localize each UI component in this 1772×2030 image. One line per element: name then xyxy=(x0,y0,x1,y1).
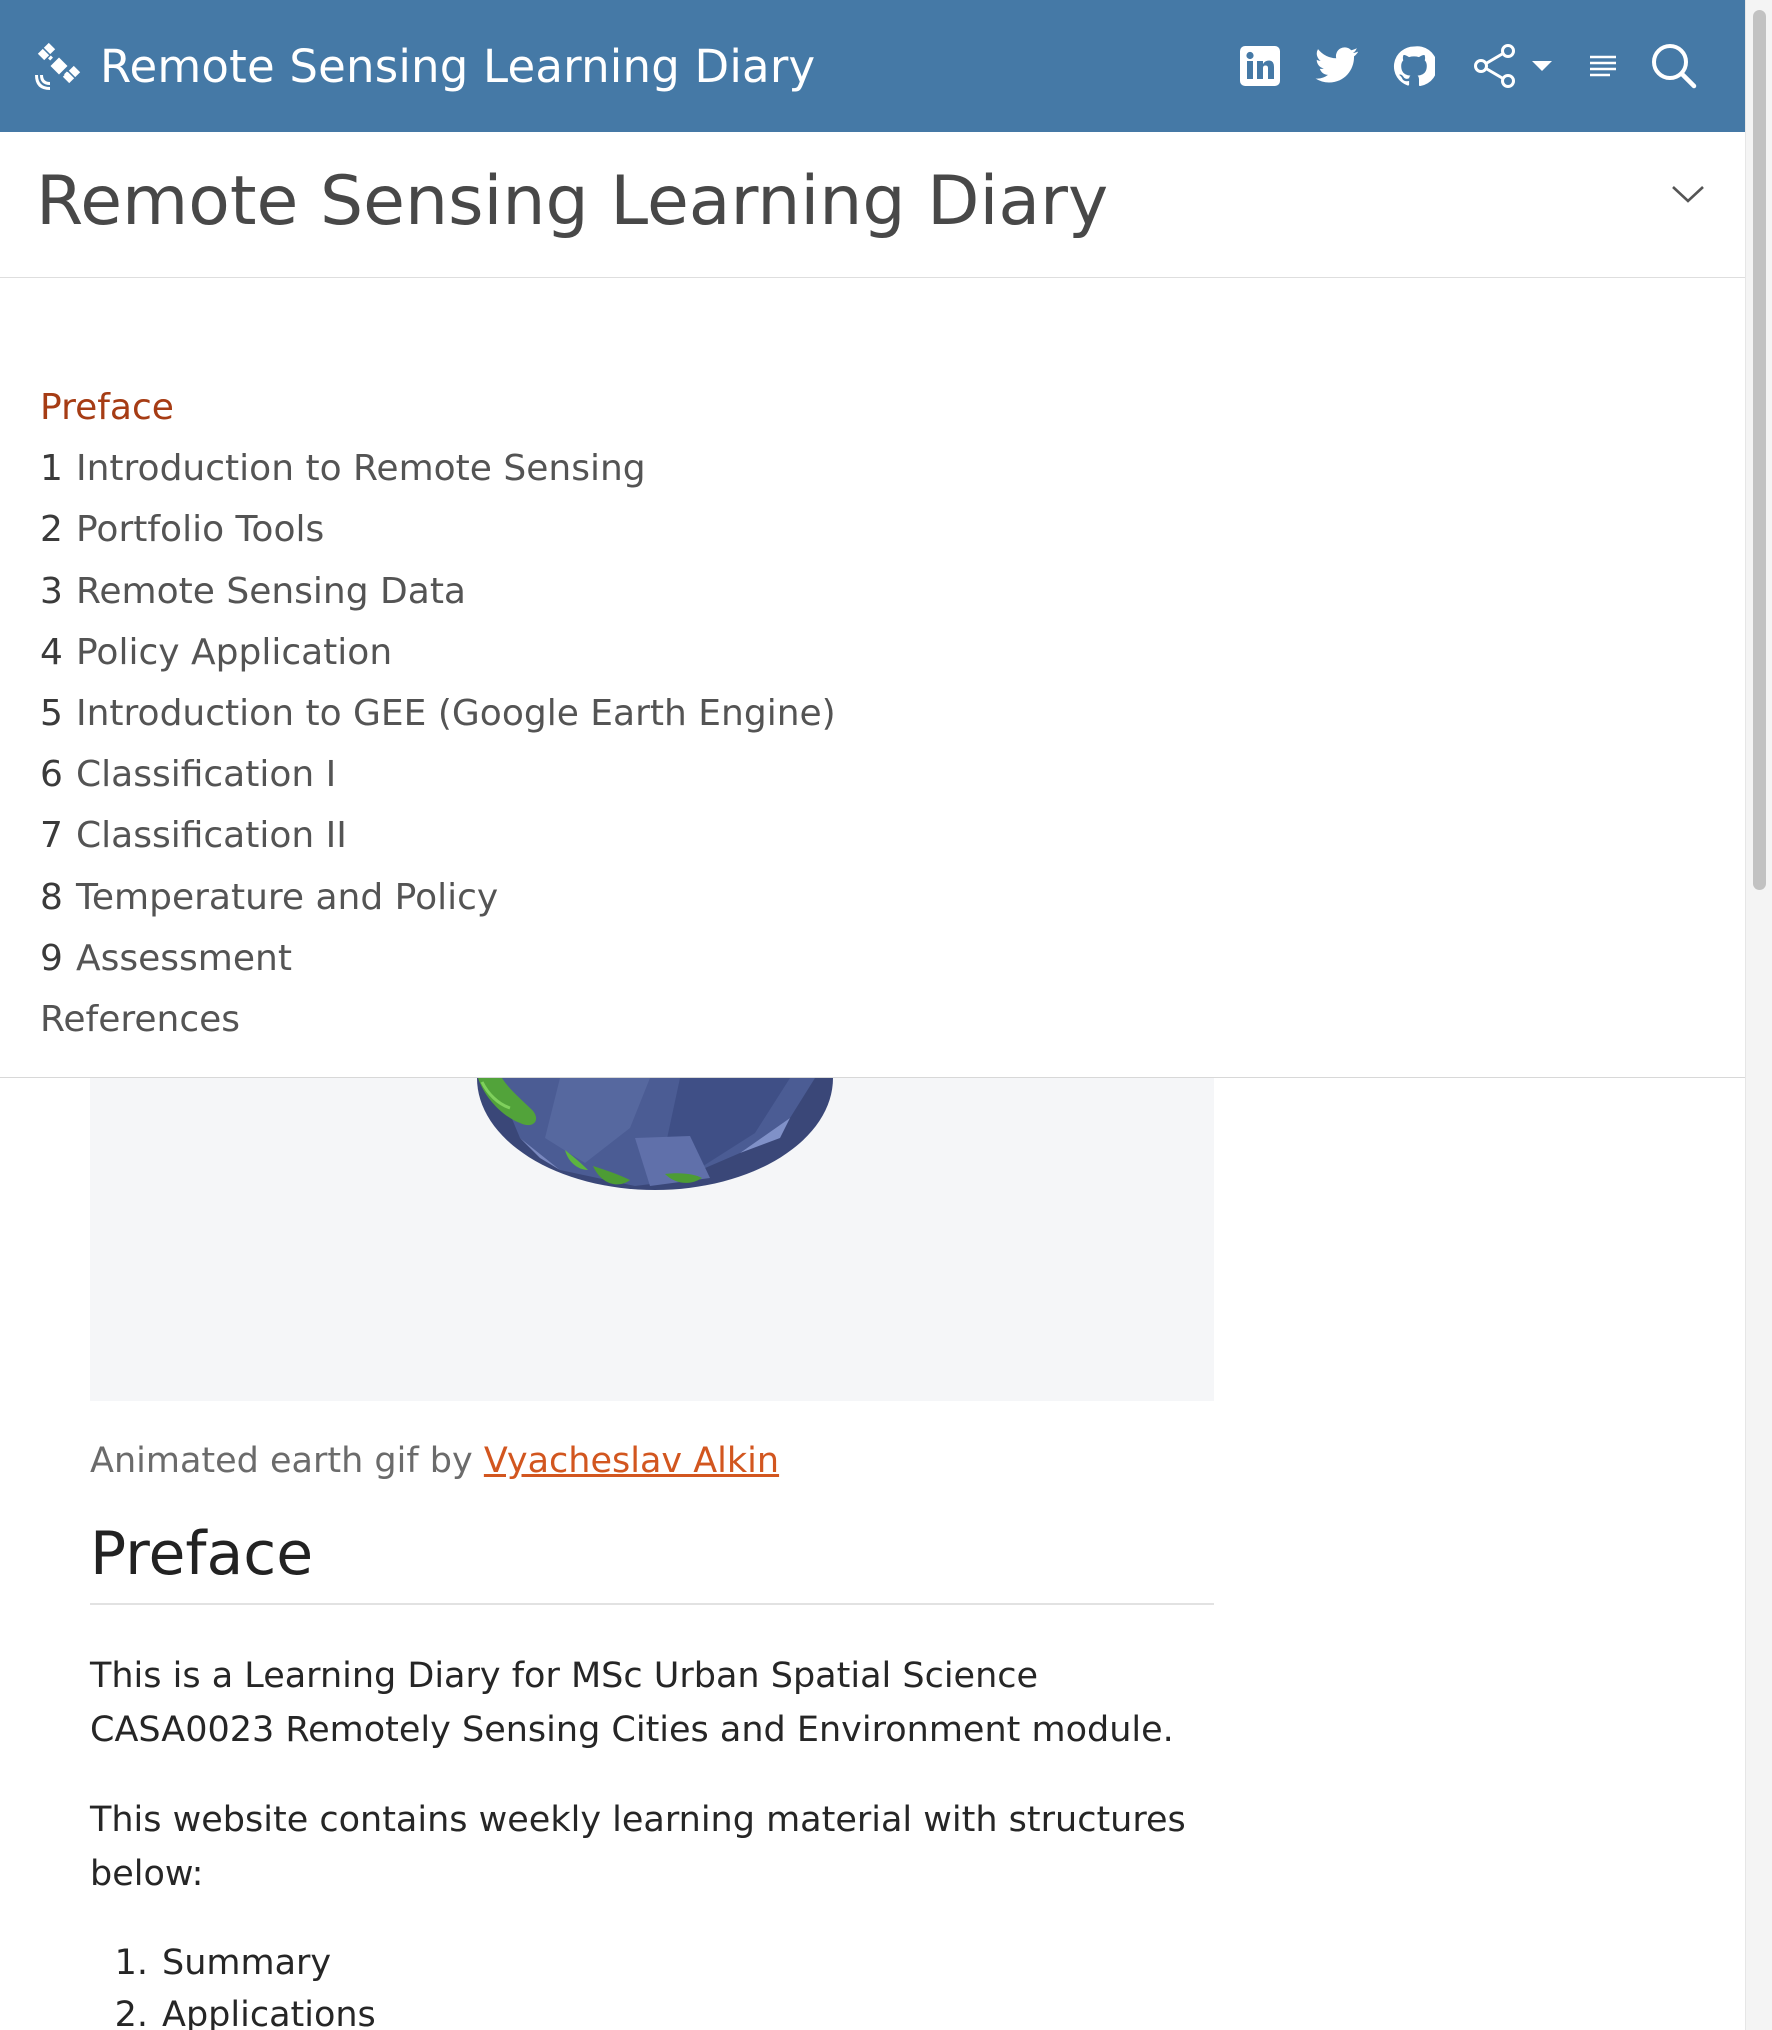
toc-item-label: Classification II xyxy=(76,815,347,857)
toc-item-number: 4 xyxy=(40,631,63,673)
top-navbar: Remote Sensing Learning Diary xyxy=(0,0,1745,132)
twitter-link[interactable] xyxy=(1314,36,1360,96)
toc-item-number: 9 xyxy=(40,937,63,979)
toc-item-number: 2 xyxy=(40,509,63,551)
toc-item[interactable]: 9 Assessment xyxy=(40,928,836,989)
page-scrollbar[interactable] xyxy=(1745,0,1772,2030)
github-icon xyxy=(1393,46,1435,87)
image-caption: Animated earth gif by Vyacheslav Alkin xyxy=(90,1441,1214,1481)
sidebar-title: Remote Sensing Learning Diary xyxy=(36,162,1109,241)
toc-item-label: Temperature and Policy xyxy=(76,876,499,918)
toc-item-number: 3 xyxy=(40,570,63,612)
search-icon xyxy=(1652,44,1697,89)
toc-item[interactable]: 4 Policy Application xyxy=(40,622,836,683)
toc-item-number: 5 xyxy=(40,693,63,735)
toc-item[interactable]: 6 Classification I xyxy=(40,744,836,805)
toc-item-label: Classification I xyxy=(76,754,337,796)
page-heading: Preface xyxy=(90,1519,1214,1605)
toc-item[interactable]: 8 Temperature and Policy xyxy=(40,867,836,928)
list-item: 1. Summary xyxy=(90,1937,1214,1989)
structure-paragraph: This website contains weekly learning ma… xyxy=(90,1800,1186,1894)
linkedin-icon xyxy=(1240,46,1280,86)
scrollbar-thumb[interactable] xyxy=(1753,10,1766,890)
search-button[interactable] xyxy=(1650,36,1698,96)
toc-item-label: Introduction to Remote Sensing xyxy=(76,448,646,490)
earth-animation-image xyxy=(90,1078,1214,1401)
toc-item[interactable]: 1 Introduction to Remote Sensing xyxy=(40,438,836,499)
list-item: 2. Applications xyxy=(90,1989,1214,2030)
toc-item-number: 1 xyxy=(40,448,63,490)
satellite-icon xyxy=(35,42,81,90)
caret-down-icon xyxy=(1532,61,1552,71)
github-link[interactable] xyxy=(1392,36,1436,96)
list-item-label: Applications xyxy=(162,1995,376,2030)
toc-item[interactable]: 5 Introduction to GEE (Google Earth Engin… xyxy=(40,683,836,744)
sidebar-toc: Preface 1 Introduction to Remote Sensing 2 P… xyxy=(0,278,1745,1078)
toc-item-number: 7 xyxy=(40,815,63,857)
earth-globe-graphic xyxy=(477,1078,833,1190)
brand[interactable]: Remote Sensing Learning Diary xyxy=(34,40,815,93)
author-link[interactable]: Vyacheslav Alkin xyxy=(484,1441,779,1481)
toc-item-label: Preface xyxy=(40,387,174,429)
toc-lines-icon xyxy=(1590,55,1616,77)
share-menu[interactable] xyxy=(1468,36,1558,96)
list-item-label: Summary xyxy=(162,1943,332,1983)
toc-item-label: References xyxy=(40,998,241,1040)
toc-item[interactable]: References xyxy=(40,989,836,1050)
toc-toggle-button[interactable] xyxy=(1588,36,1618,96)
list-item-number: 2. xyxy=(114,1995,148,2030)
toc-item[interactable]: Preface xyxy=(40,377,836,438)
toc-item-label: Policy Application xyxy=(76,631,393,673)
toc-list: Preface 1 Introduction to Remote Sensing 2 P… xyxy=(40,377,836,1050)
site-title: Remote Sensing Learning Diary xyxy=(100,39,816,93)
toc-item[interactable]: 3 Remote Sensing Data xyxy=(40,561,836,622)
toc-item-label: Portfolio Tools xyxy=(76,509,325,551)
share-icon xyxy=(1474,44,1515,88)
navbar-tools xyxy=(1238,0,1698,132)
toc-item-number: 8 xyxy=(40,876,63,918)
toc-item-label: Assessment xyxy=(76,937,292,979)
toc-item[interactable]: 7 Classification II xyxy=(40,805,836,866)
toc-item-number: 6 xyxy=(40,754,63,796)
toc-item[interactable]: 2 Portfolio Tools xyxy=(40,499,836,560)
linkedin-link[interactable] xyxy=(1238,36,1282,96)
toc-item-label: Remote Sensing Data xyxy=(76,570,466,612)
intro-paragraph: This is a Learning Diary for MSc Urban S… xyxy=(90,1656,1174,1750)
toc-item-label: Introduction to GEE (Google Earth Engine… xyxy=(76,693,836,735)
caption-text: Animated earth gif by xyxy=(90,1441,473,1481)
main-content: Animated earth gif by Vyacheslav Alkin P… xyxy=(90,1078,1214,2030)
structure-list: 1. Summary 2. Applications xyxy=(90,1937,1214,2030)
twitter-icon xyxy=(1315,47,1358,83)
list-item-number: 1. xyxy=(114,1943,148,1983)
chevron-down-icon[interactable] xyxy=(1671,184,1705,204)
sidebar-header[interactable]: Remote Sensing Learning Diary xyxy=(0,132,1745,278)
